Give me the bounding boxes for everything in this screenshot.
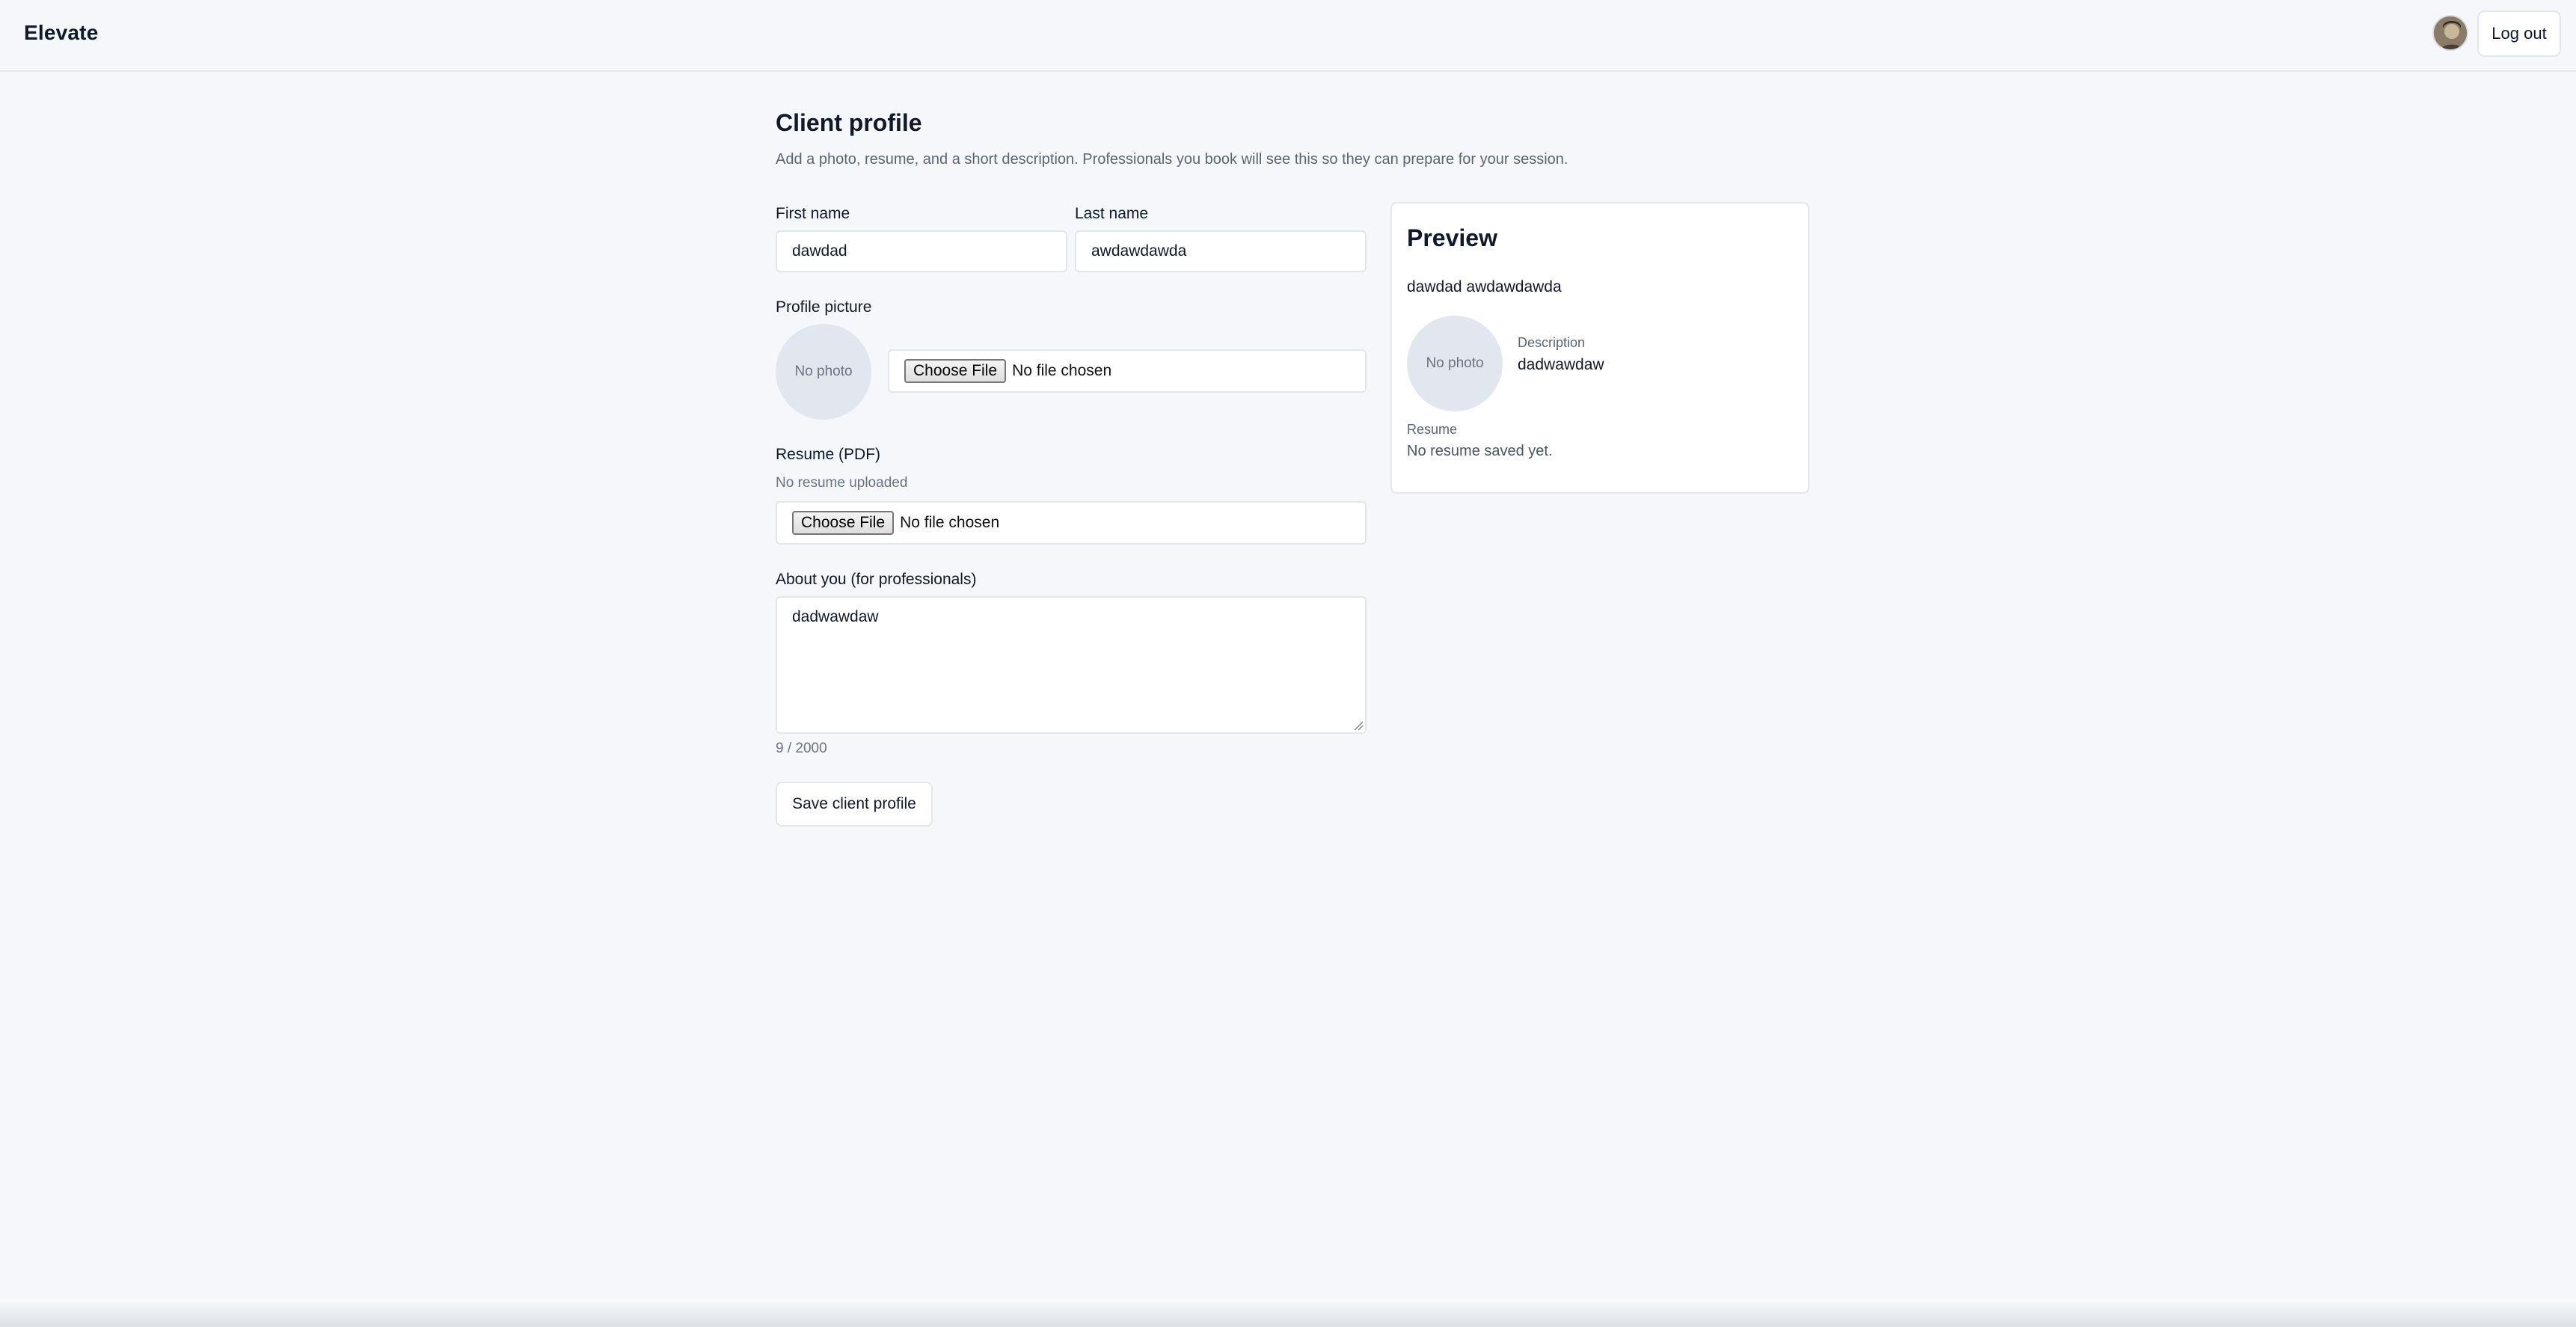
char-counter: 9 / 2000 xyxy=(776,741,827,756)
resize-handle-icon[interactable] xyxy=(1353,720,1364,731)
first-name-label: First name xyxy=(776,205,850,222)
file-status-text: No file chosen xyxy=(1012,362,1112,379)
page-title: Client profile xyxy=(776,109,922,136)
file-status-text: No file chosen xyxy=(900,514,1000,531)
first-name-field[interactable]: dawdad xyxy=(776,230,1067,272)
user-avatar-icon[interactable] xyxy=(2432,15,2468,51)
profile-picture-file-input[interactable]: Choose File No file chosen xyxy=(888,349,1367,393)
choose-file-button[interactable]: Choose File xyxy=(792,511,895,535)
preview-title: Preview xyxy=(1407,224,1497,251)
logout-button[interactable]: Log out xyxy=(2477,10,2561,57)
about-textarea[interactable]: dadwawdaw xyxy=(776,596,1367,734)
last-name-label: Last name xyxy=(1075,205,1149,222)
preview-resume-label: Resume xyxy=(1407,422,1458,437)
resume-status: No resume uploaded xyxy=(776,475,908,491)
choose-file-button[interactable]: Choose File xyxy=(904,359,1007,383)
save-client-profile-button[interactable]: Save client profile xyxy=(776,782,933,827)
preview-description-value: dadwawdaw xyxy=(1518,356,1604,373)
no-photo-text: No photo xyxy=(1426,355,1484,371)
preview-card: Preview dawdad awdawdawda No photo Descr… xyxy=(1390,202,1809,494)
profile-picture-label: Profile picture xyxy=(776,298,872,316)
page-subtitle: Add a photo, resume, and a short descrip… xyxy=(776,151,1568,168)
avatar-image xyxy=(2434,16,2467,49)
no-photo-text: No photo xyxy=(794,364,853,379)
last-name-field[interactable]: awdawdawda xyxy=(1075,230,1367,272)
preview-resume-value: No resume saved yet. xyxy=(1407,443,1553,459)
preview-photo-placeholder: No photo xyxy=(1407,316,1503,411)
top-navbar: Elevate Log out xyxy=(0,0,2576,72)
preview-description-label: Description xyxy=(1518,335,1586,350)
preview-name: dawdad awdawdawda xyxy=(1407,278,1562,295)
about-text: dadwawdaw xyxy=(792,608,879,625)
bottom-edge-shadow xyxy=(0,1302,2576,1327)
resume-label: Resume (PDF) xyxy=(776,446,881,463)
about-label: About you (for professionals) xyxy=(776,571,977,588)
brand-logo[interactable]: Elevate xyxy=(24,21,98,45)
resume-file-input[interactable]: Choose File No file chosen xyxy=(776,501,1367,545)
profile-photo-placeholder: No photo xyxy=(776,324,871,420)
